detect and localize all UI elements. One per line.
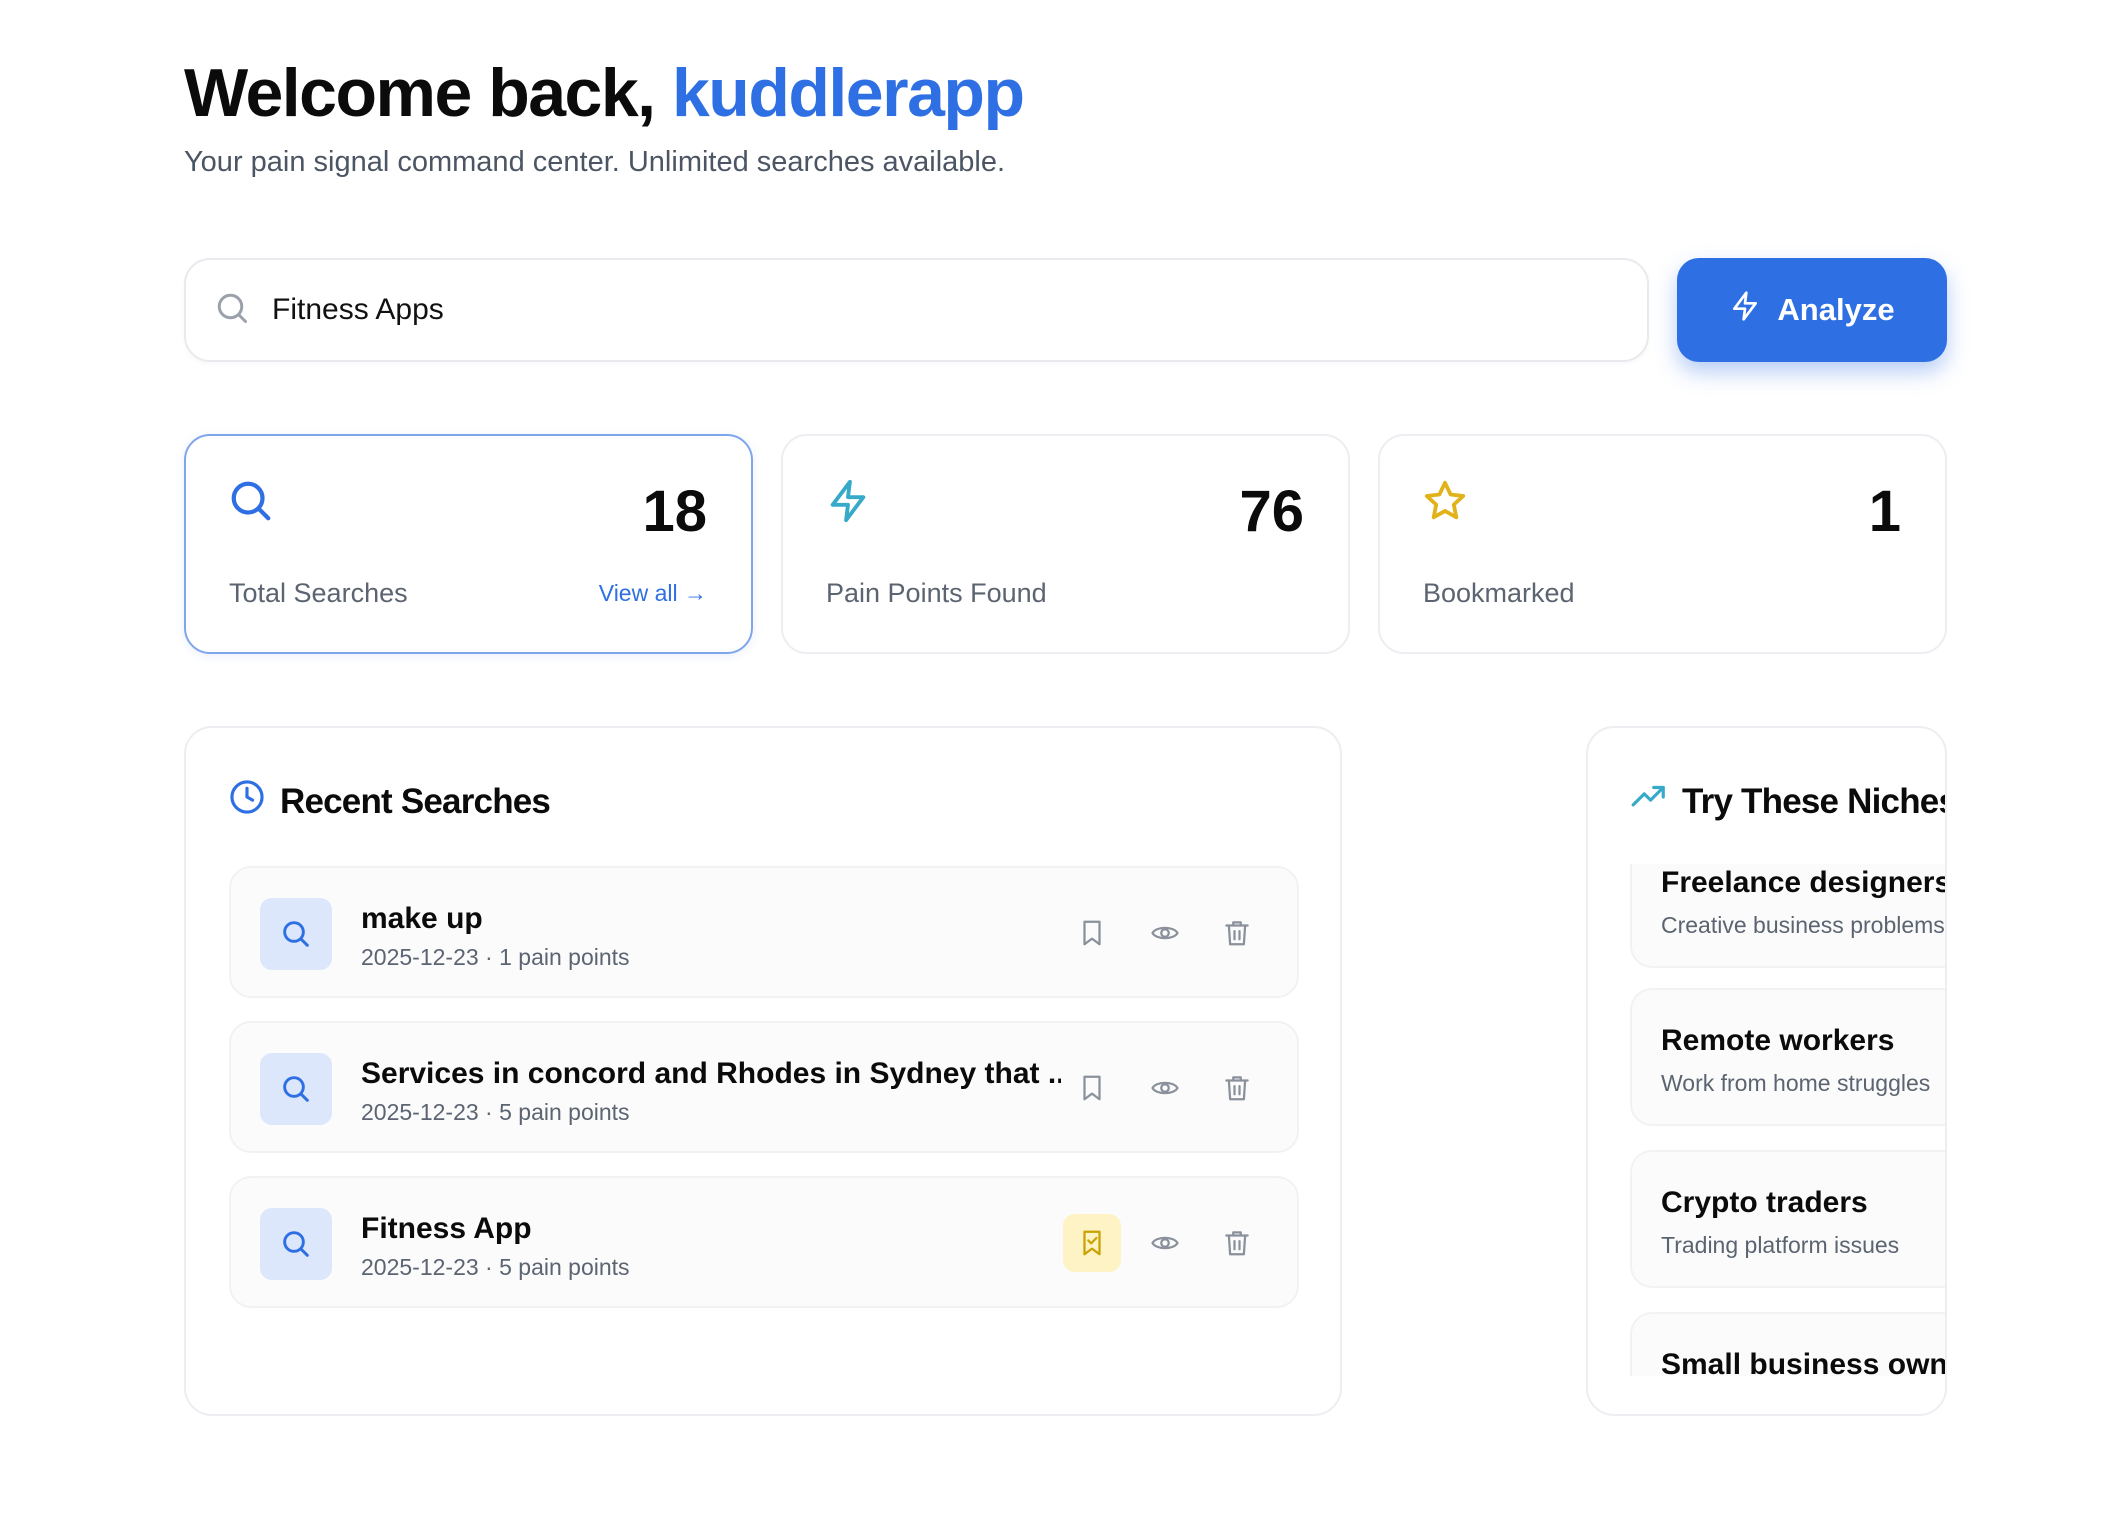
- niche-card[interactable]: Crypto traders Trading platform issues: [1630, 1150, 1945, 1288]
- niche-title: Crypto traders: [1661, 1186, 1868, 1219]
- search-icon: [260, 1208, 332, 1280]
- view-button[interactable]: [1136, 1214, 1194, 1272]
- bookmark-button[interactable]: [1063, 1059, 1121, 1117]
- niche-card[interactable]: Small business owners: [1630, 1312, 1945, 1376]
- niche-card[interactable]: Freelance designers Creative business pr…: [1630, 864, 1945, 968]
- trending-up-icon: [1630, 778, 1682, 825]
- bookmark-check-icon: [1083, 1230, 1101, 1256]
- star-icon: [1422, 478, 1468, 524]
- recent-search-row[interactable]: Services in concord and Rhodes in Sydney…: [229, 1021, 1299, 1153]
- delete-button[interactable]: [1208, 1214, 1266, 1272]
- bookmark-button-active[interactable]: [1063, 1214, 1121, 1272]
- trash-icon: [1225, 1231, 1249, 1256]
- trash-icon: [1225, 921, 1249, 946]
- niches-list[interactable]: Freelance designers Creative business pr…: [1588, 864, 1945, 1376]
- bookmark-button[interactable]: [1063, 904, 1121, 962]
- recent-searches-heading: Recent Searches: [228, 778, 551, 825]
- stat-label: Total Searches: [229, 578, 408, 608]
- search-bar[interactable]: [184, 258, 1649, 362]
- recent-search-row[interactable]: Fitness App 2025-12-23 · 5 pain points: [229, 1176, 1299, 1308]
- eye-icon: [1151, 1236, 1179, 1250]
- stat-value: 1: [1868, 479, 1901, 544]
- welcome-prefix: Welcome back,: [184, 55, 656, 131]
- bookmark-icon: [1083, 1075, 1101, 1101]
- recent-search-meta: 2025-12-23 · 1 pain points: [361, 944, 630, 970]
- stat-value: 76: [1239, 479, 1304, 544]
- lightning-icon: [825, 478, 871, 524]
- analyze-label: Analyze: [1777, 292, 1895, 327]
- clock-icon: [228, 778, 280, 825]
- trash-icon: [1225, 1076, 1249, 1101]
- recent-search-meta: 2025-12-23 · 5 pain points: [361, 1254, 630, 1280]
- delete-button[interactable]: [1208, 904, 1266, 962]
- search-icon: [228, 478, 274, 524]
- niche-card[interactable]: Remote workers Work from home struggles: [1630, 988, 1945, 1126]
- recent-searches-panel: Recent Searches make up 2025-12-23 · 1 p…: [184, 726, 1342, 1416]
- eye-icon: [1151, 926, 1179, 940]
- recent-searches-title: Recent Searches: [280, 781, 551, 821]
- view-button[interactable]: [1136, 1059, 1194, 1117]
- search-icon: [260, 898, 332, 970]
- page-title: Welcome back, kuddlerapp: [184, 54, 1025, 132]
- delete-button[interactable]: [1208, 1059, 1266, 1117]
- niches-heading: Try These Niches: [1630, 778, 1947, 825]
- recent-search-meta: 2025-12-23 · 5 pain points: [361, 1099, 630, 1125]
- lightning-icon: [1729, 290, 1777, 330]
- niche-title: Small business owners: [1661, 1348, 1945, 1376]
- username: kuddlerapp: [671, 55, 1025, 131]
- niche-title: Freelance designers: [1661, 866, 1945, 899]
- recent-search-row[interactable]: make up 2025-12-23 · 1 pain points: [229, 866, 1299, 998]
- stat-card-pain-points: 76 Pain Points Found: [781, 434, 1350, 654]
- recent-search-title[interactable]: make up: [361, 902, 483, 936]
- analyze-button[interactable]: Analyze: [1677, 258, 1947, 362]
- niches-panel: Try These Niches Freelance designers Cre…: [1586, 726, 1947, 1416]
- niche-subtitle: Creative business problems: [1661, 912, 1945, 938]
- view-button[interactable]: [1136, 904, 1194, 962]
- niche-subtitle: Work from home struggles: [1661, 1070, 1931, 1096]
- search-icon: [260, 1053, 332, 1125]
- stat-card-bookmarked: 1 Bookmarked: [1378, 434, 1947, 654]
- stat-value: 18: [642, 479, 707, 544]
- stat-label: Pain Points Found: [826, 578, 1047, 608]
- search-icon: [214, 290, 250, 331]
- bookmark-icon: [1083, 920, 1101, 946]
- recent-search-title[interactable]: Services in concord and Rhodes in Sydney…: [361, 1057, 1061, 1091]
- niche-title: Remote workers: [1661, 1024, 1895, 1057]
- niches-title: Try These Niches: [1682, 781, 1947, 821]
- view-all-link[interactable]: View all →: [599, 580, 707, 607]
- search-input[interactable]: [272, 293, 1572, 327]
- recent-search-title[interactable]: Fitness App: [361, 1212, 532, 1246]
- eye-icon: [1151, 1081, 1179, 1095]
- stat-label: Bookmarked: [1423, 578, 1575, 608]
- niche-subtitle: Trading platform issues: [1661, 1232, 1900, 1258]
- page-subtitle: Your pain signal command center. Unlimit…: [184, 146, 1006, 178]
- stat-card-total-searches[interactable]: 18 Total Searches View all →: [184, 434, 753, 654]
